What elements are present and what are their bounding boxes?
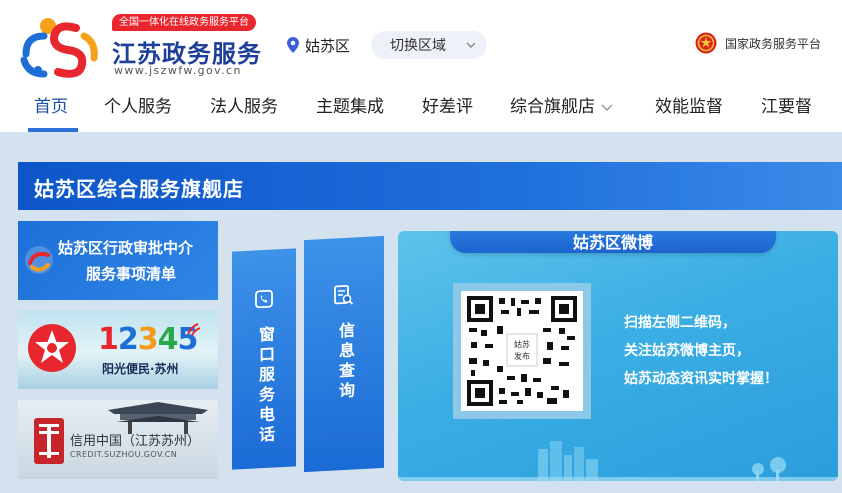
nav-item-flagship[interactable]: 综合旗舰店	[510, 92, 613, 117]
window-service-phone-label: 窗口服务电话	[256, 325, 275, 447]
hotline-digit: 2	[117, 322, 139, 357]
window-service-phone-card[interactable]: 窗口服务电话	[232, 248, 296, 470]
location-pin-icon	[287, 37, 299, 53]
weibo-qr-code[interactable]: 姑苏 发布	[461, 291, 583, 411]
platform-slogan-badge: 全国一体化在线政务服务平台	[112, 14, 256, 31]
nav-item-themes[interactable]: 主题集成	[316, 92, 384, 117]
national-platform-label: 国家政务服务平台	[725, 36, 822, 51]
city-skyline-illustration-icon	[398, 441, 838, 481]
hotline-digit: 1	[98, 322, 119, 357]
intermediary-services-card[interactable]: 姑苏区行政审批中介 服务事项清单	[18, 221, 218, 300]
card-domain: CREDIT.SUZHOU.GOV.CN	[70, 450, 178, 459]
nav-item-flagship-label: 综合旗舰店	[510, 97, 595, 117]
weibo-line: 姑苏动态资讯实时掌握！	[624, 371, 778, 387]
location-label: 姑苏区	[305, 36, 351, 55]
nav-item-personal[interactable]: 个人服务	[104, 92, 172, 117]
flagship-banner: 姑苏区综合服务旗舰店	[18, 162, 842, 210]
chevron-down-icon	[601, 104, 613, 112]
gusu-logo-icon	[25, 246, 53, 274]
main-nav: 首页 个人服务 法人服务 主题集成 好差评 综合旗舰店 效能监督 江要督	[0, 86, 842, 132]
weibo-description: 扫描左侧二维码， 关注姑苏微博主页， 姑苏动态资讯实时掌握！	[624, 309, 778, 393]
weibo-line: 扫描左侧二维码，	[624, 315, 736, 331]
banner-title: 姑苏区综合服务旗舰店	[34, 177, 244, 201]
hotline-12345-card[interactable]: 12345 阳光便民·苏州	[18, 310, 218, 389]
weibo-title-tab: 姑苏区微博	[450, 231, 776, 253]
switch-region-button[interactable]: 切换区域	[371, 31, 487, 59]
card-title-line1: 信用中国（江苏苏州）	[70, 434, 201, 449]
credit-china-card[interactable]: 信用中国（江苏苏州） CREDIT.SUZHOU.GOV.CN	[18, 400, 218, 479]
qr-center-text-2: 发布	[514, 351, 530, 361]
nav-item-feedback[interactable]: 好差评	[422, 92, 473, 117]
hotline-digit: 3	[137, 322, 159, 357]
card-title-line2: 服务事项清单	[86, 265, 177, 283]
switch-region-label: 切换区域	[390, 38, 446, 54]
hotline-subtitle: 阳光便民·苏州	[102, 362, 179, 376]
national-emblem-icon	[695, 32, 717, 54]
nav-item-home[interactable]: 首页	[34, 92, 68, 117]
hotline-number: 12345	[98, 322, 198, 357]
nav-item-corporate[interactable]: 法人服务	[210, 92, 278, 117]
national-platform-link[interactable]: 国家政务服务平台	[695, 32, 821, 54]
card-title-line1: 姑苏区行政审批中介	[58, 239, 194, 257]
current-location: 姑苏区	[287, 33, 350, 57]
pavilion-illustration-icon	[108, 402, 208, 434]
weibo-panel: 姑苏区微博 姑苏 发布 扫描左侧二维码， 关注姑苏微博主页， 姑苏动态资讯实时掌…	[398, 231, 838, 481]
credit-seal-icon	[34, 418, 64, 464]
info-query-label: 信息查询	[336, 321, 355, 403]
document-search-icon	[334, 284, 354, 305]
brand-domain: www.jszwfw.gov.cn	[114, 64, 242, 77]
nav-item-supervision[interactable]: 效能监督	[655, 92, 723, 117]
chevron-down-icon	[466, 42, 476, 48]
weibo-title: 姑苏区微博	[572, 233, 653, 252]
weibo-qr-frame: 姑苏 发布	[453, 283, 591, 419]
star-logo-icon	[28, 324, 76, 372]
header: 全国一体化在线政务服务平台 江苏政务服务 www.jszwfw.gov.cn 姑…	[0, 0, 842, 132]
info-query-card[interactable]: 信息查询	[304, 235, 384, 473]
qr-code-icon: 姑苏 发布	[467, 296, 577, 406]
signal-wave-icon	[187, 323, 201, 336]
main-content: 姑苏区综合服务旗舰店 姑苏区行政审批中介 服务事项清单 12345 阳光便民·苏…	[0, 132, 842, 493]
nav-item-jiangyaodu[interactable]: 江要督	[761, 92, 812, 117]
phone-icon	[255, 289, 273, 309]
qr-center-text-1: 姑苏	[514, 339, 530, 349]
weibo-line: 关注姑苏微博主页，	[624, 343, 750, 359]
jszwfw-logo-icon[interactable]	[18, 14, 102, 78]
hotline-digit: 4	[157, 322, 179, 357]
